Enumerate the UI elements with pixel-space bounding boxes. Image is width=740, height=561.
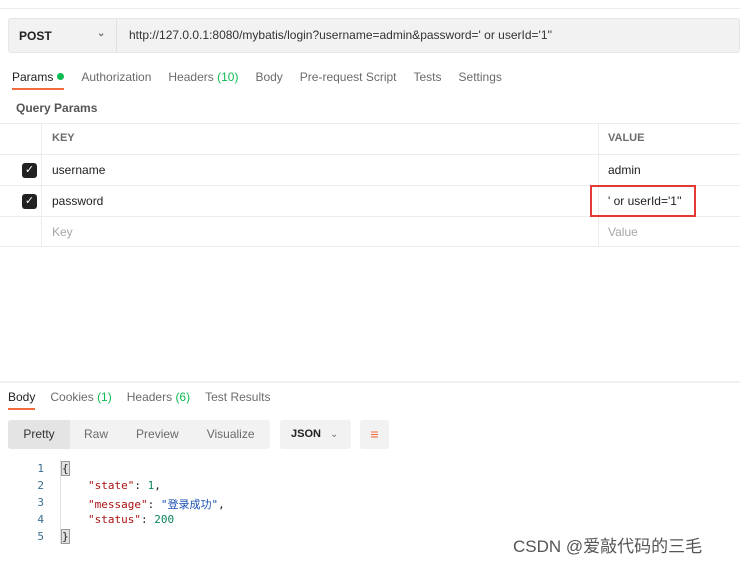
line-number: 3	[37, 496, 44, 509]
key-input[interactable]: Key	[52, 225, 73, 239]
watermark: CSDN @爱敲代码的三毛	[513, 537, 703, 556]
tab-tests[interactable]: Tests	[414, 70, 442, 90]
count-badge: (6)	[175, 390, 191, 404]
json-value: "登录成功"	[160, 498, 219, 511]
checkbox[interactable]: ✓	[22, 163, 37, 178]
view-visualize[interactable]: Visualize	[193, 420, 269, 449]
value-input[interactable]: Value	[598, 217, 638, 246]
format-select[interactable]: JSON ⌄	[280, 420, 351, 449]
tab-label: Headers	[168, 70, 214, 84]
column-value: VALUE	[598, 124, 644, 154]
tab-headers[interactable]: Headers (10)	[168, 70, 238, 90]
table-row: ✓ username admin	[0, 154, 740, 185]
json-key: "message"	[88, 498, 148, 511]
json-key: "state"	[88, 479, 135, 492]
json-value: 1	[147, 479, 155, 492]
pane-divider[interactable]	[0, 381, 740, 383]
request-bar: POST ⌄ http://127.0.0.1:8080/mybatis/logi…	[8, 18, 740, 53]
line-number: 1	[37, 462, 44, 475]
checkbox[interactable]: ✓	[22, 194, 37, 209]
line-number: 5	[37, 530, 44, 543]
tab-authorization[interactable]: Authorization	[81, 70, 151, 90]
tab-pre-request-script[interactable]: Pre-request Script	[300, 70, 397, 90]
response-tabs: Body Cookies (1) Headers (6) Test Result…	[8, 390, 285, 410]
column-key: KEY	[52, 132, 75, 144]
tab-response-body[interactable]: Body	[8, 390, 36, 410]
wrap-lines-icon[interactable]: ≡	[360, 420, 389, 449]
chevron-down-icon: ⌄	[330, 429, 339, 440]
param-key[interactable]: password	[52, 194, 103, 208]
line-number: 2	[37, 479, 44, 492]
tab-body[interactable]: Body	[255, 70, 282, 90]
chevron-down-icon: ⌄	[97, 28, 106, 39]
format-label: JSON	[291, 428, 321, 440]
tab-cookies[interactable]: Cookies (1)	[50, 390, 111, 410]
json-value: 200	[154, 513, 175, 526]
method-label: POST	[19, 28, 52, 43]
tab-response-headers[interactable]: Headers (6)	[127, 390, 190, 410]
tab-label: Headers	[126, 390, 173, 404]
request-tabs: Params Authorization Headers (10) Body P…	[12, 70, 519, 90]
param-value[interactable]: admin	[598, 155, 641, 185]
section-title: Query Params	[16, 101, 98, 115]
method-select[interactable]: POST ⌄	[9, 19, 117, 52]
tab-test-results[interactable]: Test Results	[205, 390, 270, 410]
count-badge: (1)	[97, 390, 112, 404]
tab-label: Params	[12, 70, 54, 84]
view-pretty[interactable]: Pretty	[8, 420, 70, 449]
table-header: KEY VALUE	[0, 123, 740, 154]
param-key[interactable]: username	[52, 163, 105, 177]
tab-params[interactable]: Params	[12, 70, 65, 90]
count-badge: (10)	[217, 70, 239, 84]
view-mode-group: Pretty Raw Preview Visualize	[8, 420, 270, 449]
divider	[0, 8, 740, 9]
active-dot-icon	[57, 73, 65, 80]
table-row-new: Key Value	[0, 216, 740, 247]
highlight-box	[590, 185, 696, 217]
url-input[interactable]: http://127.0.0.1:8080/mybatis/login?user…	[129, 28, 552, 42]
json-key: "status"	[88, 513, 141, 526]
brace: {	[61, 461, 70, 476]
brace: }	[61, 529, 70, 544]
tab-label: Cookies	[50, 390, 94, 404]
line-number: 4	[37, 513, 44, 526]
view-raw[interactable]: Raw	[70, 420, 122, 449]
view-preview[interactable]: Preview	[122, 420, 193, 449]
tab-settings[interactable]: Settings	[459, 70, 502, 90]
